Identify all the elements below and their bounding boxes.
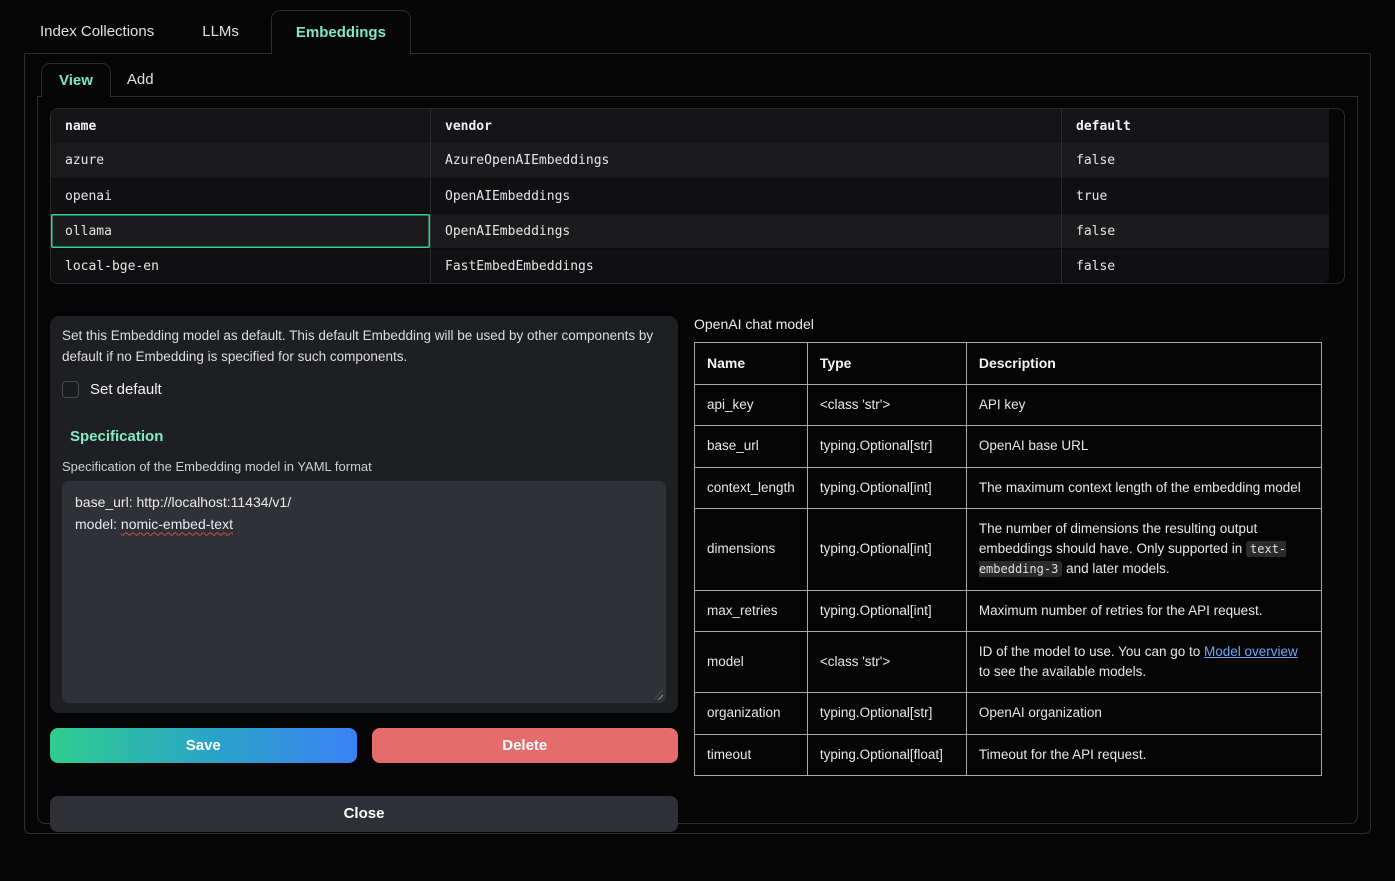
- subtab-add[interactable]: Add: [111, 63, 170, 96]
- doc-cell-name: model: [695, 631, 808, 693]
- model-doc-header-row: Name Type Description: [695, 343, 1322, 385]
- embeddings-table-header-row: name vendor default: [51, 109, 1329, 143]
- set-default-label[interactable]: Set default: [90, 381, 162, 398]
- doc-cell-description: Maximum number of retries for the API re…: [966, 590, 1321, 631]
- doc-table-row: model <class 'str'> ID of the model to u…: [695, 631, 1322, 693]
- doc-column-name: Name: [695, 343, 808, 385]
- doc-cell-name: dimensions: [695, 508, 808, 590]
- doc-cell-type: typing.Optional[str]: [807, 426, 966, 467]
- embeddings-table: name vendor default azure AzureOpenAIEmb…: [50, 108, 1345, 284]
- main-tab-bar: Index Collections LLMs Embeddings: [24, 10, 1371, 53]
- model-doc-panel: OpenAI chat model Name Type Description …: [694, 316, 1322, 776]
- cell-name[interactable]: openai: [51, 178, 430, 213]
- doc-table-row: timeout typing.Optional[float] Timeout f…: [695, 734, 1322, 775]
- set-default-description: Set this Embedding model as default. Thi…: [62, 326, 662, 368]
- embedding-detail-form: Set this Embedding model as default. Thi…: [50, 316, 678, 832]
- doc-cell-type: typing.Optional[float]: [807, 734, 966, 775]
- embeddings-table-body: azure AzureOpenAIEmbeddings false openai…: [51, 143, 1329, 283]
- cell-default[interactable]: false: [1061, 213, 1329, 248]
- cell-default[interactable]: false: [1061, 143, 1329, 178]
- view-tab-content: name vendor default azure AzureOpenAIEmb…: [37, 96, 1358, 824]
- doc-cell-type: typing.Optional[int]: [807, 590, 966, 631]
- cell-name[interactable]: local-bge-en: [51, 248, 430, 283]
- cell-vendor[interactable]: AzureOpenAIEmbeddings: [430, 143, 1061, 178]
- specification-heading: Specification: [70, 428, 666, 445]
- cell-name[interactable]: ollama: [51, 213, 430, 248]
- doc-cell-description: The number of dimensions the resulting o…: [966, 508, 1321, 590]
- doc-table-row: max_retries typing.Optional[int] Maximum…: [695, 590, 1322, 631]
- table-row[interactable]: azure AzureOpenAIEmbeddings false: [51, 143, 1329, 178]
- action-buttons: Save Delete: [50, 728, 678, 763]
- doc-cell-description: OpenAI organization: [966, 693, 1321, 734]
- doc-cell-type: typing.Optional[str]: [807, 693, 966, 734]
- doc-table-row: api_key <class 'str'> API key: [695, 385, 1322, 426]
- set-default-row: Set default: [62, 381, 666, 398]
- close-button[interactable]: Close: [50, 796, 678, 832]
- doc-cell-name: organization: [695, 693, 808, 734]
- doc-cell-type: <class 'str'>: [807, 385, 966, 426]
- doc-cell-description: OpenAI base URL: [966, 426, 1321, 467]
- column-header-vendor: vendor: [430, 109, 1061, 143]
- cell-default[interactable]: false: [1061, 248, 1329, 283]
- model-doc-body: api_key <class 'str'> API key base_url t…: [695, 385, 1322, 776]
- doc-column-description: Description: [966, 343, 1321, 385]
- doc-cell-description: API key: [966, 385, 1321, 426]
- doc-table-row: base_url typing.Optional[str] OpenAI bas…: [695, 426, 1322, 467]
- doc-table-row: context_length typing.Optional[int] The …: [695, 467, 1322, 508]
- tab-embeddings[interactable]: Embeddings: [271, 10, 411, 54]
- tab-llms[interactable]: LLMs: [186, 10, 255, 53]
- inline-code: text-embedding-3: [979, 541, 1286, 577]
- yaml-editor[interactable]: base_url: http://localhost:11434/v1/mode…: [62, 481, 666, 703]
- specification-sublabel: Specification of the Embedding model in …: [62, 459, 666, 474]
- table-row[interactable]: ollama OpenAIEmbeddings false: [51, 213, 1329, 248]
- model-doc-title: OpenAI chat model: [694, 316, 1322, 332]
- embedding-settings-card: Set this Embedding model as default. Thi…: [50, 316, 678, 713]
- save-button[interactable]: Save: [50, 728, 357, 763]
- sub-tab-bar: View Add: [41, 63, 1358, 96]
- doc-column-type: Type: [807, 343, 966, 385]
- column-header-default: default: [1061, 109, 1329, 143]
- doc-cell-description: ID of the model to use. You can go to Mo…: [966, 631, 1321, 693]
- model-overview-link[interactable]: Model overview: [1204, 644, 1298, 659]
- doc-cell-description: The maximum context length of the embedd…: [966, 467, 1321, 508]
- doc-table-row: organization typing.Optional[str] OpenAI…: [695, 693, 1322, 734]
- doc-cell-name: api_key: [695, 385, 808, 426]
- doc-cell-type: typing.Optional[int]: [807, 508, 966, 590]
- doc-cell-type: <class 'str'>: [807, 631, 966, 693]
- cell-vendor[interactable]: OpenAIEmbeddings: [430, 178, 1061, 213]
- cell-default[interactable]: true: [1061, 178, 1329, 213]
- doc-cell-type: typing.Optional[int]: [807, 467, 966, 508]
- cell-vendor[interactable]: FastEmbedEmbeddings: [430, 248, 1061, 283]
- table-row[interactable]: openai OpenAIEmbeddings true: [51, 178, 1329, 213]
- column-header-name: name: [51, 109, 430, 143]
- doc-cell-description: Timeout for the API request.: [966, 734, 1321, 775]
- doc-cell-name: timeout: [695, 734, 808, 775]
- delete-button[interactable]: Delete: [372, 728, 679, 763]
- subtab-view[interactable]: View: [41, 63, 111, 97]
- tab-index-collections[interactable]: Index Collections: [24, 10, 170, 53]
- embeddings-panel: View Add name vendor default azure Azure…: [24, 53, 1371, 834]
- doc-cell-name: context_length: [695, 467, 808, 508]
- doc-table-row: dimensions typing.Optional[int] The numb…: [695, 508, 1322, 590]
- doc-cell-name: max_retries: [695, 590, 808, 631]
- doc-cell-name: base_url: [695, 426, 808, 467]
- table-row[interactable]: local-bge-en FastEmbedEmbeddings false: [51, 248, 1329, 283]
- set-default-checkbox[interactable]: [62, 381, 79, 398]
- cell-vendor[interactable]: OpenAIEmbeddings: [430, 213, 1061, 248]
- model-doc-table: Name Type Description api_key <class 'st…: [694, 342, 1322, 776]
- cell-name[interactable]: azure: [51, 143, 430, 178]
